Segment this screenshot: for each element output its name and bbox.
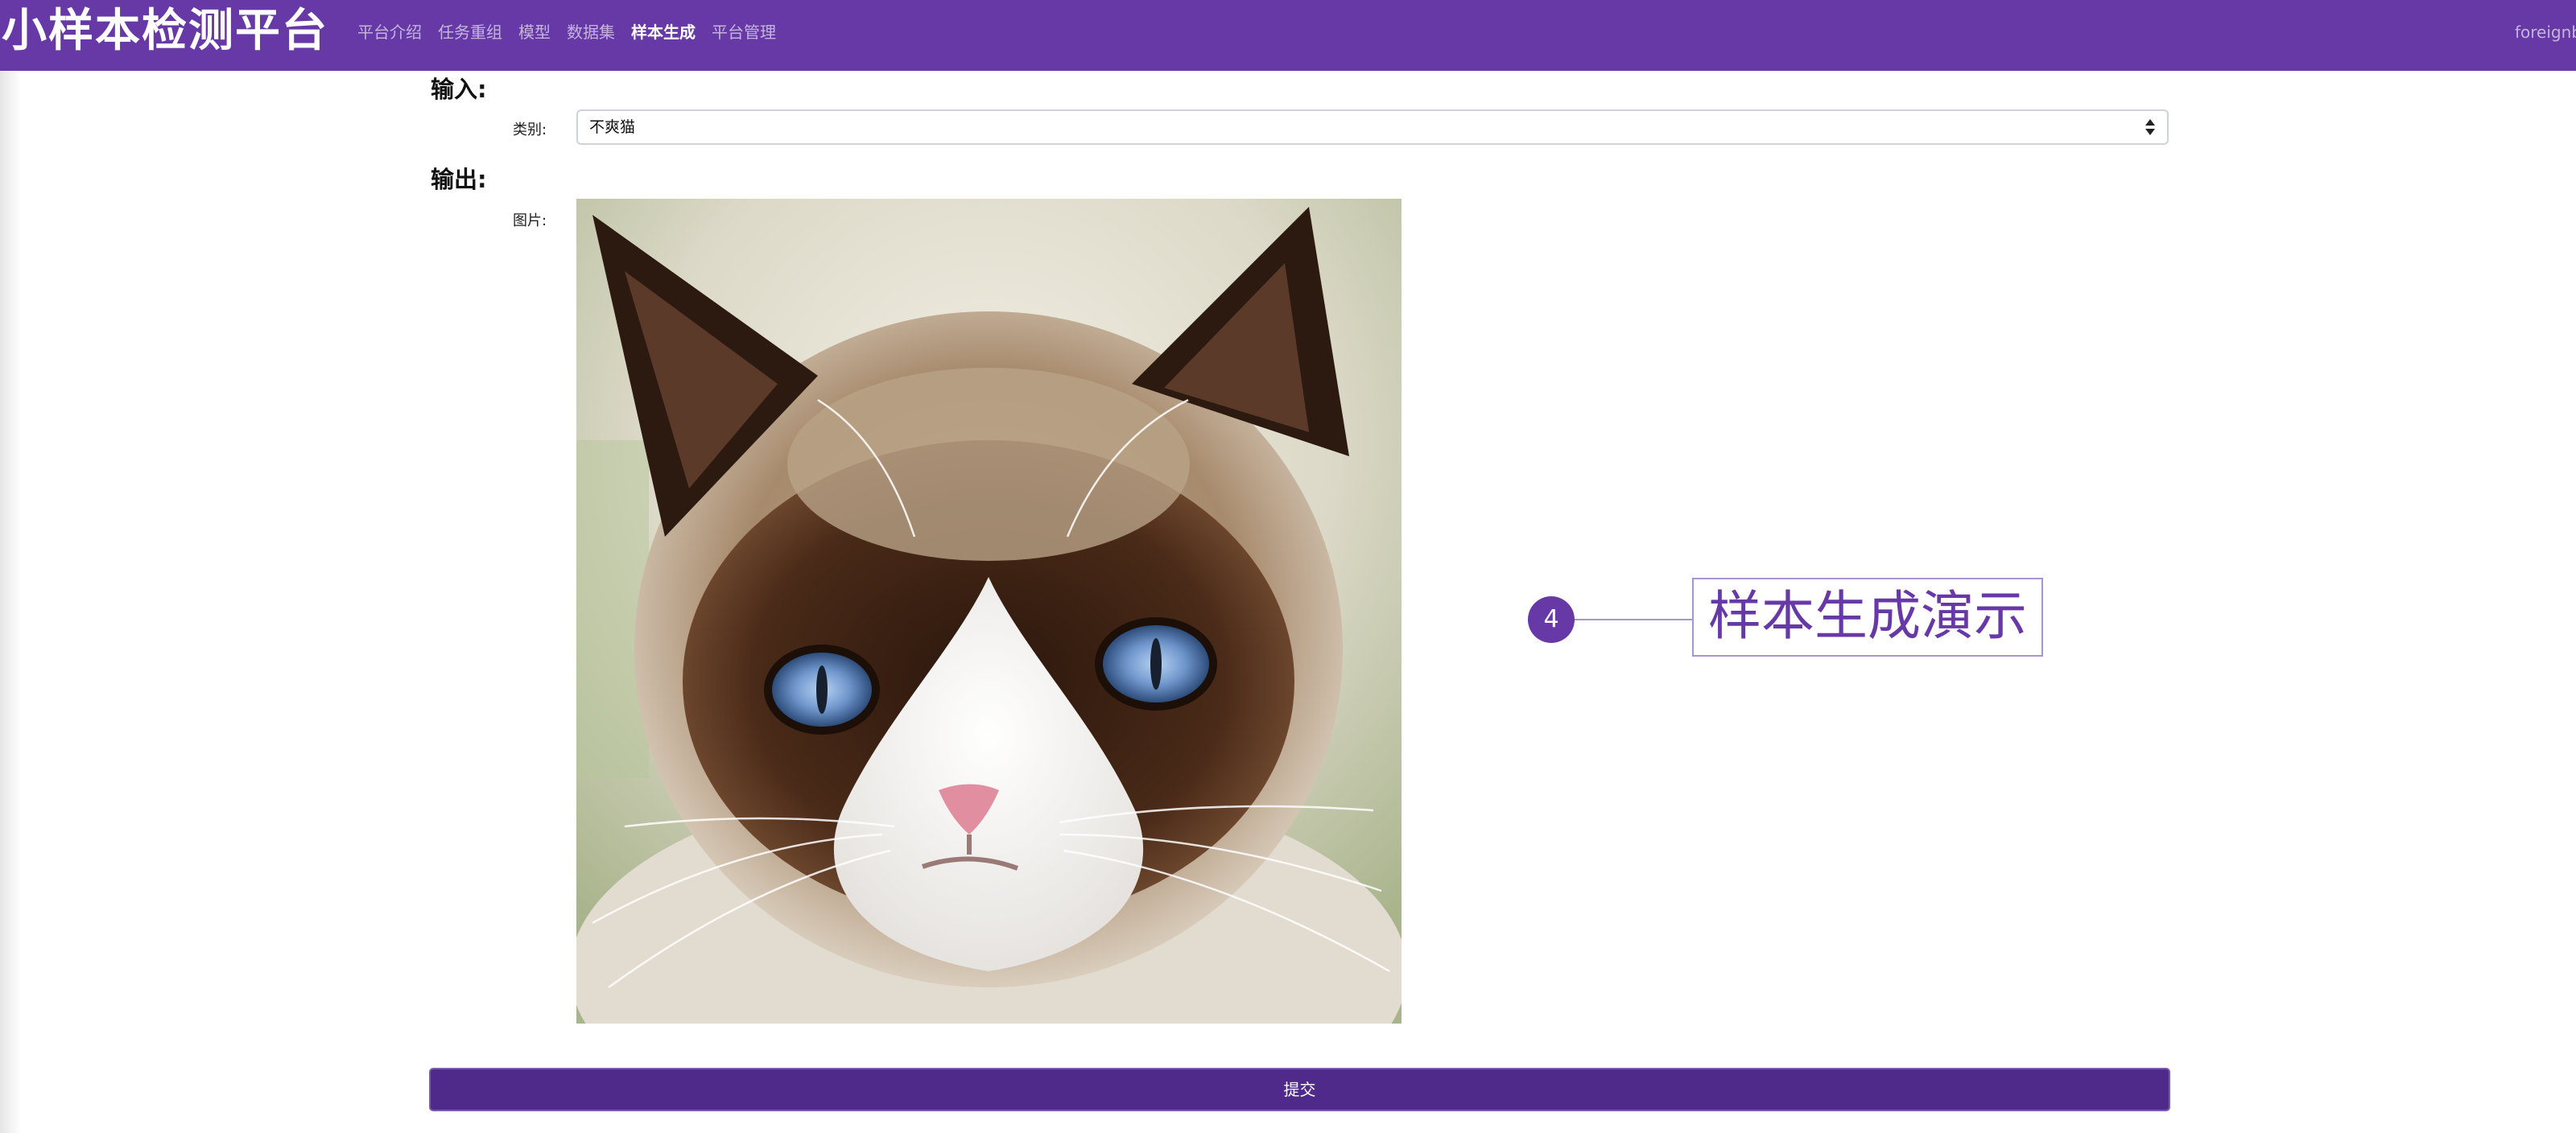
navbar: 小样本检测平台 平台介绍 任务重组 模型 数据集 样本生成 平台管理 forei… bbox=[0, 0, 2576, 71]
nav-link-dataset[interactable]: 数据集 bbox=[567, 18, 615, 47]
nav-link-sample-generation[interactable]: 样本生成 bbox=[631, 18, 696, 47]
image-label: 图片: bbox=[513, 212, 547, 229]
page: 小样本检测平台 平台介绍 任务重组 模型 数据集 样本生成 平台管理 forei… bbox=[0, 0, 2576, 1133]
nav-link-platform-admin[interactable]: 平台管理 bbox=[712, 18, 776, 47]
step-number-badge: 4 bbox=[1528, 596, 1575, 643]
category-select[interactable]: 不爽猫 bbox=[576, 109, 2169, 145]
category-label: 类别: bbox=[513, 122, 547, 138]
submit-button[interactable]: 提交 bbox=[429, 1068, 2170, 1111]
annotation-callout: 样本生成演示 bbox=[1692, 578, 2043, 657]
output-section-title: 输出: bbox=[431, 166, 487, 193]
nav-link-task-reorg[interactable]: 任务重组 bbox=[438, 18, 502, 47]
user-name[interactable]: foreignb bbox=[2515, 18, 2576, 47]
callout-connector bbox=[1575, 619, 1692, 620]
generated-cat-image bbox=[576, 199, 1402, 1024]
left-shadow bbox=[0, 71, 21, 1133]
category-select-value: 不爽猫 bbox=[589, 118, 636, 136]
brand-title[interactable]: 小样本检测平台 bbox=[2, 0, 328, 63]
nav-link-platform-intro[interactable]: 平台介绍 bbox=[357, 18, 422, 47]
input-section-title: 输入: bbox=[431, 76, 487, 103]
nav-links: 平台介绍 任务重组 模型 数据集 样本生成 平台管理 bbox=[357, 18, 776, 47]
nav-link-model[interactable]: 模型 bbox=[518, 18, 551, 47]
select-arrows-icon bbox=[2145, 117, 2156, 137]
